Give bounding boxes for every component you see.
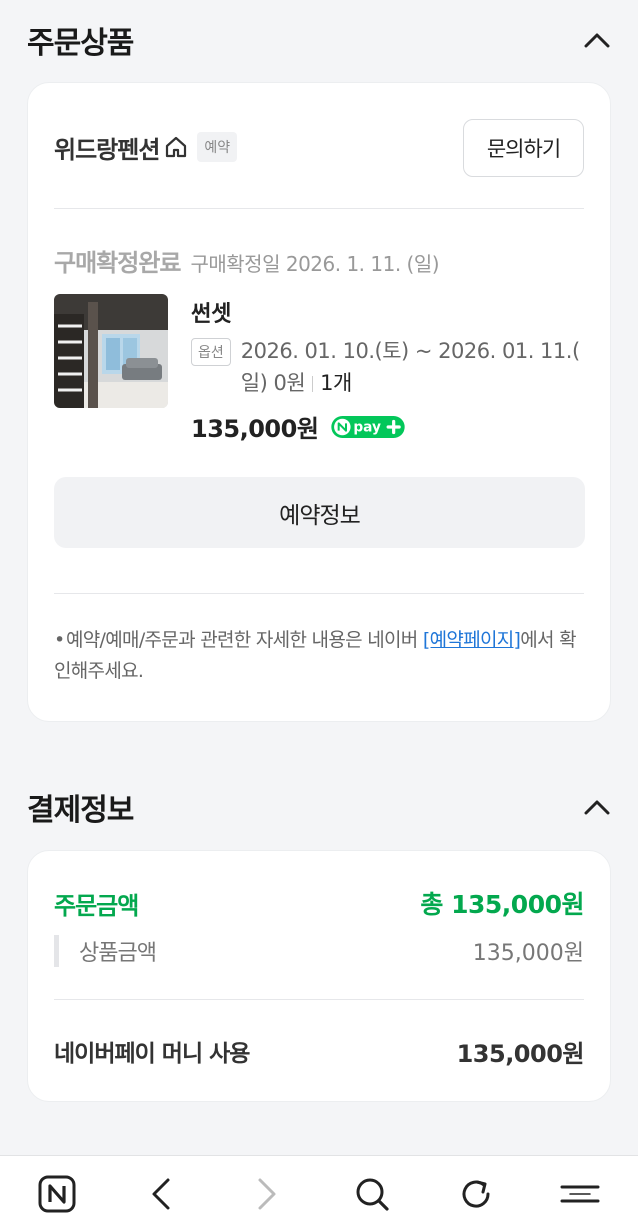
order-amount-label: 주문금액 [54, 891, 139, 920]
npay-money-label: 네이버페이 머니 사용 [54, 1041, 250, 1067]
product-amount-value: 135,000원 [472, 941, 584, 966]
sub-indent-bar [54, 935, 59, 967]
option-text: 2026. 01. 10.(토) ~ 2026. 01. 11.( 일) 0원 1… [241, 335, 580, 399]
option-separator [312, 376, 314, 392]
order-section-header[interactable]: 주문상품 [27, 20, 611, 61]
payment-section-title: 결제정보 [27, 793, 134, 828]
option-dates: 2026. 01. 10.(토) ~ 2026. 01. 11.( [240, 339, 580, 363]
order-amount-value: 총 135,000원 [420, 890, 584, 919]
npay-plus-icon: pay [331, 415, 406, 438]
option-row: 옵션 2026. 01. 10.(토) ~ 2026. 01. 11.( 일) … [191, 335, 591, 399]
search-icon[interactable] [352, 1174, 392, 1214]
store-row: 위드랑펜션 예약 문의하기 [54, 119, 584, 177]
order-status: 구매확정완료 [54, 249, 181, 277]
home-icon[interactable] [163, 134, 189, 160]
payment-card: 주문금액 총 135,000원 상품금액 135,000원 네이버페이 머니 사… [27, 850, 611, 1102]
option-quantity: 1개 [320, 371, 352, 395]
payment-section-header[interactable]: 결제정보 [27, 787, 611, 828]
refresh-icon[interactable] [456, 1174, 496, 1214]
bottom-navigation-bar [0, 1155, 638, 1232]
product-name[interactable]: 썬셋 [191, 296, 231, 328]
product-thumbnail[interactable] [54, 294, 168, 408]
product-price: 135,000원 [191, 415, 319, 443]
option-price: 일) 0원 [240, 371, 306, 395]
npay-money-row: 네이버페이 머니 사용 135,000원 [54, 1031, 585, 1071]
notice-prefix: 예약/예매/주문과 관련한 자세한 내용은 네이버 [66, 629, 423, 651]
store-name[interactable]: 위드랑펜션 [54, 130, 160, 165]
menu-icon[interactable] [560, 1174, 600, 1214]
notice-text: •예약/예매/주문과 관련한 자세한 내용은 네이버 [예약페이지]에서 확인해… [54, 629, 577, 682]
order-status-row: 구매확정완료 구매확정일 2026. 1. 11. (일) [54, 243, 440, 278]
reservation-info-button[interactable]: 예약정보 [54, 477, 585, 548]
order-amount-row: 주문금액 총 135,000원 [54, 883, 584, 923]
collapse-payment-chevron-up-icon[interactable] [583, 793, 611, 821]
npay-money-value: 135,000원 [456, 1039, 585, 1068]
product-amount-row: 상품금액 135,000원 [54, 931, 584, 971]
divider [54, 593, 584, 594]
inquiry-button[interactable]: 문의하기 [463, 119, 584, 177]
product-amount-label: 상품금액 [79, 941, 157, 966]
divider [54, 999, 584, 1000]
collapse-order-chevron-up-icon[interactable] [583, 26, 611, 54]
naver-home-icon[interactable] [37, 1174, 77, 1214]
divider [54, 208, 584, 209]
order-card: 위드랑펜션 예약 문의하기 구매확정완료 구매확정일 2026. 1. 11. … [27, 82, 611, 722]
order-section-title: 주문상품 [27, 26, 134, 61]
forward-icon[interactable] [247, 1174, 287, 1214]
confirm-date: 구매확정일 2026. 1. 11. (일) [190, 252, 440, 276]
price-row: 135,000원 pay [191, 409, 408, 444]
back-icon[interactable] [141, 1174, 181, 1214]
reservation-page-link[interactable]: [예약페이지] [423, 629, 521, 651]
npay-label: pay [354, 419, 382, 435]
reserve-badge: 예약 [197, 132, 238, 162]
option-badge: 옵션 [191, 338, 231, 366]
